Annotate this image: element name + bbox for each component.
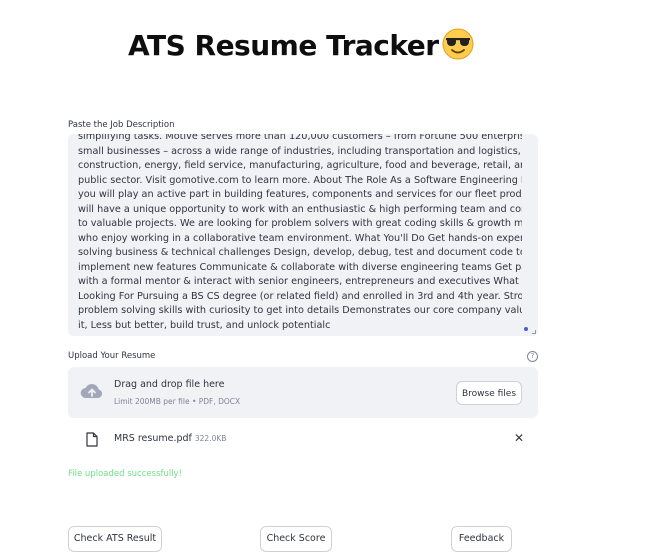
job-description-line: to valuable projects. We are looking for…	[78, 218, 522, 229]
job-description-line: small businesses – across a wide range o…	[78, 145, 521, 157]
dropzone-subtitle: Limit 200MB per file • PDF, DOCX	[114, 397, 241, 406]
job-description-line: public sector. Visit gomotive.com to lea…	[78, 174, 522, 186]
job-description-line: it, Less but better, build trust, and un…	[78, 319, 331, 331]
job-description-line: construction, energy, field service, man…	[78, 160, 522, 171]
cloud-upload-icon	[80, 383, 103, 399]
upload-resume-label: Upload Your Resume	[68, 351, 156, 361]
dropzone-title: Drag and drop file here	[114, 379, 225, 390]
job-description-line: Looking For Pursuing a BS CS degree (or …	[78, 290, 522, 302]
job-description-line: problem solving skills with curiosity to…	[78, 305, 522, 316]
file-icon	[86, 432, 98, 447]
app-title: ATS Resume Tracker	[128, 28, 474, 62]
file-name-text: MRS resume.pdf	[114, 433, 192, 444]
question-circle-icon[interactable]: ?	[527, 351, 538, 362]
job-description-line: simplifying tasks. Motive serves more th…	[78, 134, 522, 142]
job-description-line: solving business & technical challenges …	[78, 247, 522, 258]
upload-success-message: File uploaded successfully!	[68, 469, 182, 479]
job-description-textarea[interactable]: simplifying tasks. Motive serves more th…	[68, 134, 538, 336]
textarea-resize-handle[interactable]	[532, 330, 536, 334]
job-description-line: implement new features Communicate & col…	[78, 261, 522, 273]
textarea-focus-dot	[524, 327, 528, 331]
sunglasses-face-icon	[442, 28, 474, 60]
file-size: 322.0KB	[194, 434, 227, 443]
check-score-button[interactable]: Check Score	[260, 526, 332, 552]
check-ats-result-button[interactable]: Check ATS Result	[68, 526, 162, 552]
job-description-line: will have a unique opportunity to work w…	[78, 203, 522, 215]
job-description-text: simplifying tasks. Motive serves more th…	[78, 134, 522, 333]
uploaded-file-row: MRS resume.pdf 322.0KB ✕	[68, 428, 538, 452]
remove-file-close-icon[interactable]: ✕	[514, 432, 526, 444]
app-title-text: ATS Resume Tracker	[128, 29, 439, 62]
job-description-line: who enjoy working in a collaborative tea…	[78, 232, 522, 244]
feedback-button[interactable]: Feedback	[451, 526, 512, 552]
job-description-line: with a formal mentor & interact with sen…	[78, 276, 522, 287]
browse-files-button[interactable]: Browse files	[456, 381, 522, 405]
job-description-line: you will play an active part in building…	[78, 189, 522, 200]
job-description-label: Paste the Job Description	[68, 120, 175, 130]
file-dropzone[interactable]: Drag and drop file here Limit 200MB per …	[68, 367, 538, 418]
uploaded-file-name: MRS resume.pdf 322.0KB	[114, 433, 226, 444]
